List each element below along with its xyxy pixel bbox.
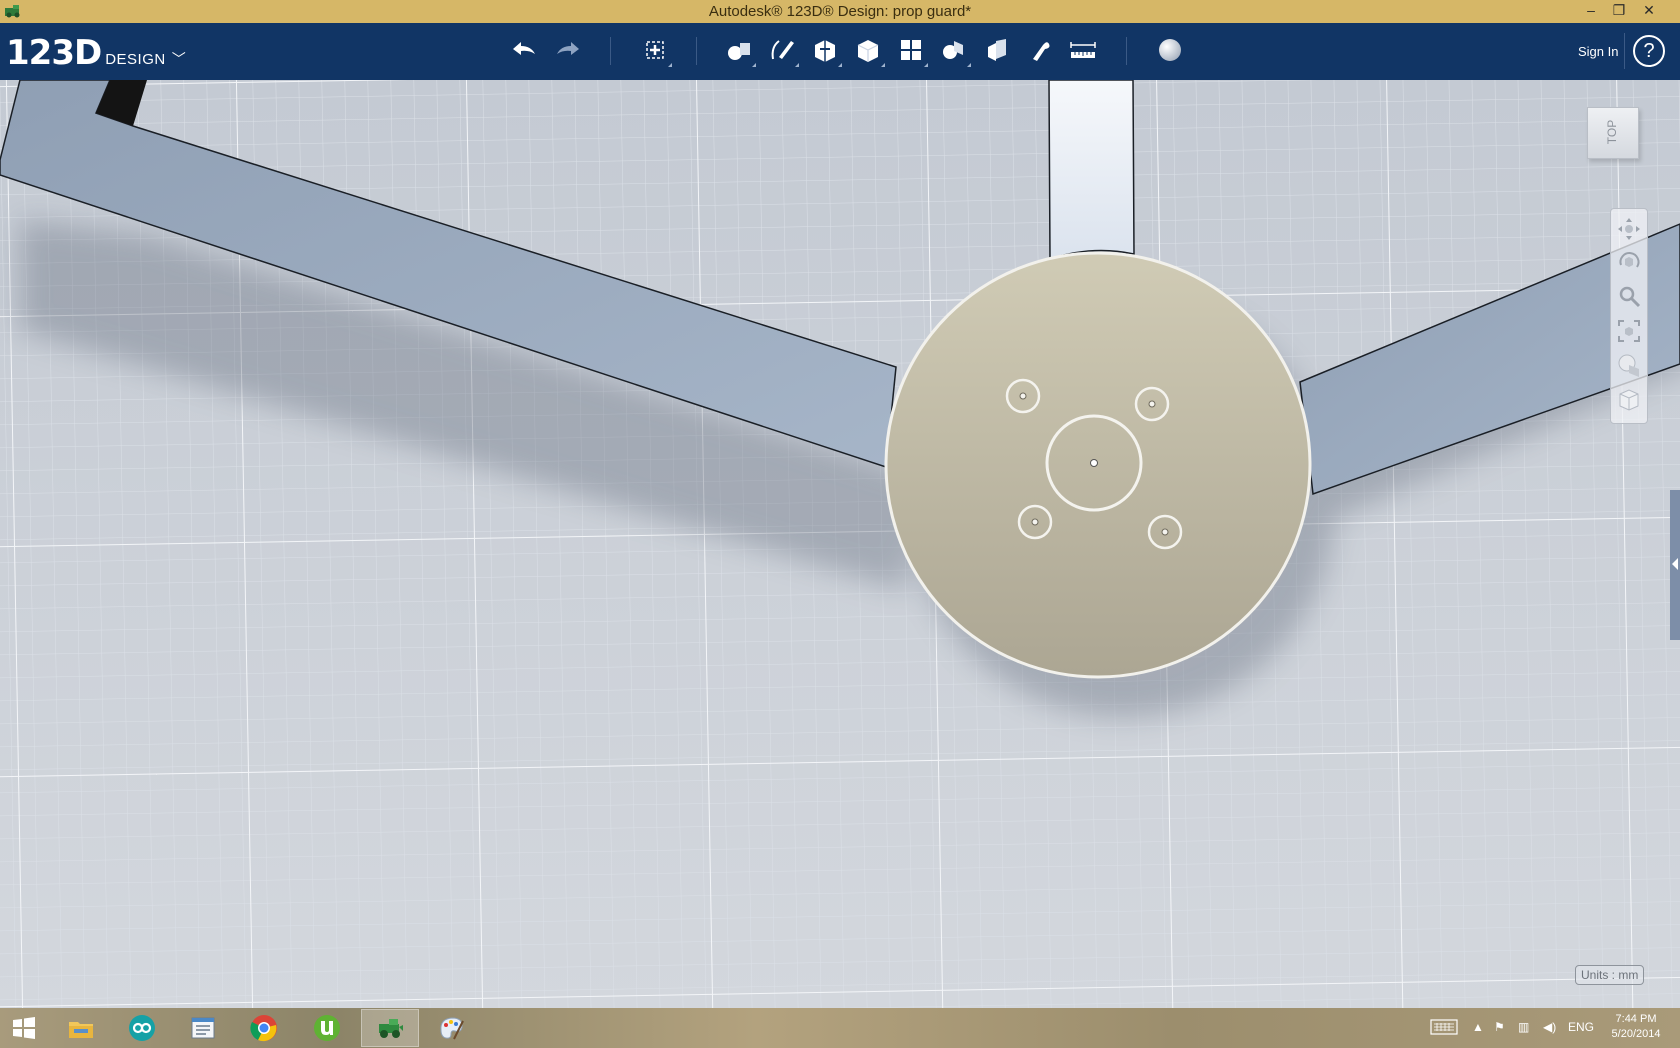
zoom-icon <box>1619 286 1641 308</box>
transform-button[interactable] <box>638 33 672 67</box>
mount-hole-center <box>1031 518 1039 526</box>
pattern-button[interactable] <box>894 33 928 67</box>
logo-word: DESIGN <box>105 51 166 68</box>
taskbar-utorrent[interactable] <box>298 1009 356 1047</box>
measure-button[interactable] <box>1066 33 1100 67</box>
notepad-icon <box>191 1017 215 1039</box>
help-button[interactable]: ? <box>1633 35 1665 67</box>
units-indicator[interactable]: Units : mm <box>1575 965 1645 985</box>
motor-hub[interactable] <box>884 251 1312 679</box>
123d-design-icon <box>379 1019 403 1038</box>
material-icon <box>1159 39 1181 61</box>
combine-icon <box>988 39 1006 61</box>
view-mode-icon <box>1619 389 1639 411</box>
zoom-button[interactable] <box>1615 283 1643 311</box>
fit-button[interactable] <box>1615 317 1643 345</box>
modify-icon <box>857 40 879 62</box>
input-language[interactable]: ENG <box>1568 1020 1594 1034</box>
transform-icon <box>646 41 664 59</box>
network-icon[interactable]: ▥ <box>1518 1020 1529 1034</box>
visibility-icon <box>1618 354 1639 377</box>
action-center-icon[interactable]: ⚑ <box>1494 1020 1505 1034</box>
chrome-icon <box>250 1015 277 1042</box>
pan-button[interactable] <box>1615 215 1643 243</box>
measure-icon <box>1070 42 1096 58</box>
window-title-bar: Autodesk® 123D® Design: prop guard* – ❐ … <box>0 0 1680 23</box>
app-menu-button[interactable]: 123D DESIGN ﹀ <box>6 33 186 73</box>
taskbar-paint[interactable] <box>422 1009 480 1047</box>
sketch-icon <box>771 40 794 60</box>
view-cube[interactable]: TOP <box>1587 107 1639 159</box>
toolbar-separator <box>1126 37 1127 65</box>
fit-icon <box>1618 320 1640 342</box>
arduino-icon <box>129 1015 155 1041</box>
minimize-button[interactable]: – <box>1576 0 1606 22</box>
orbit-icon <box>1619 252 1640 268</box>
design-viewport[interactable]: TOP Units : mm <box>0 80 1680 1008</box>
logo-number: 123D <box>6 33 102 73</box>
side-panel-toggle[interactable] <box>1670 490 1680 640</box>
mount-hole-center <box>1161 528 1169 536</box>
main-toolbar: 123D DESIGN ﹀ Sign In ? <box>0 23 1680 80</box>
restore-button[interactable]: ❐ <box>1604 0 1634 22</box>
toolbar-separator <box>696 37 697 65</box>
toolbar-separator <box>610 37 611 65</box>
snap-icon <box>1033 42 1050 61</box>
paint-icon <box>440 1017 464 1040</box>
scene-canvas[interactable] <box>0 80 1680 1008</box>
windows-start-icon <box>13 1017 35 1039</box>
taskbar-123d-design[interactable] <box>361 1009 419 1047</box>
material-button[interactable] <box>1153 33 1187 67</box>
window-title: Autodesk® 123D® Design: prop guard* <box>708 3 972 20</box>
view-cube-label: TOP <box>1605 119 1619 145</box>
combine-button[interactable] <box>980 33 1014 67</box>
sketch-button[interactable] <box>765 33 799 67</box>
mount-hole-center <box>1148 400 1156 408</box>
file-explorer-icon <box>69 1022 93 1038</box>
start-button[interactable] <box>0 1009 48 1047</box>
grouping-icon <box>943 41 963 59</box>
undo-icon <box>513 42 535 55</box>
volume-icon[interactable]: ◀) <box>1543 1020 1556 1034</box>
primitives-button[interactable] <box>722 33 756 67</box>
orbit-button[interactable] <box>1615 249 1643 277</box>
utorrent-icon <box>314 1015 340 1041</box>
keyboard-icon[interactable] <box>1430 1018 1458 1039</box>
sign-in-link[interactable]: Sign In <box>1578 44 1618 59</box>
construct-button[interactable] <box>808 33 842 67</box>
redo-icon <box>557 42 579 55</box>
taskbar-file-explorer[interactable] <box>52 1009 110 1047</box>
pan-icon <box>1618 218 1640 240</box>
windows-taskbar: ▲ ⚑ ▥ ◀) ENG 7:44 PM 5/20/2014 <box>0 1008 1680 1048</box>
taskbar-chrome[interactable] <box>235 1009 293 1047</box>
construct-icon <box>815 40 835 62</box>
clock-date: 5/20/2014 <box>1611 1028 1661 1040</box>
chevron-down-icon: ﹀ <box>171 51 186 67</box>
top-arm[interactable] <box>1048 80 1135 261</box>
mount-hole-center <box>1019 392 1027 400</box>
modify-button[interactable] <box>851 33 885 67</box>
primitives-icon <box>728 43 750 60</box>
clock-time: 7:44 PM <box>1615 1013 1657 1025</box>
pattern-icon <box>901 40 921 60</box>
system-clock[interactable]: 7:44 PM 5/20/2014 <box>1600 1012 1672 1042</box>
view-mode-button[interactable] <box>1615 385 1643 413</box>
toolbar-separator <box>1624 33 1625 69</box>
close-button[interactable]: ✕ <box>1634 0 1664 22</box>
redo-button[interactable] <box>551 33 585 67</box>
grouping-button[interactable] <box>937 33 971 67</box>
visibility-button[interactable] <box>1615 351 1643 379</box>
navigation-bar <box>1610 208 1648 424</box>
undo-button[interactable] <box>507 33 541 67</box>
taskbar-arduino[interactable] <box>113 1009 171 1047</box>
show-hidden-icons-icon[interactable]: ▲ <box>1472 1020 1484 1034</box>
taskbar-notepad[interactable] <box>174 1009 232 1047</box>
center-point <box>1090 459 1098 467</box>
snap-button[interactable] <box>1023 33 1057 67</box>
